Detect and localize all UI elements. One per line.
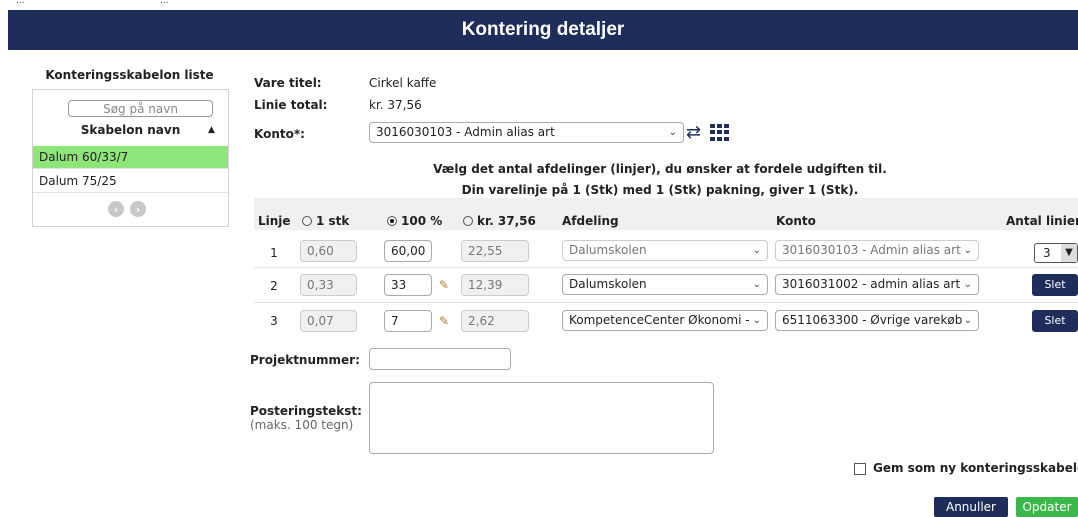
kr-field: 22,55 [461,240,529,262]
kr-field: 12,39 [461,274,529,296]
projekt-label: Projektnummer: [250,353,360,367]
template-list-panel: Søg på navn Skabelon navn ▲ Dalum 60/33/… [32,89,229,227]
radio-kr[interactable] [463,216,473,226]
cancel-button[interactable]: Annuller [934,497,1008,517]
row-divider [254,267,1078,268]
update-button[interactable]: Opdater [1016,497,1078,517]
template-item[interactable]: Dalum 75/25 [33,170,228,193]
header-pct-label: 100 % [401,214,443,228]
row-konto-select-value: 3016031002 - admin alias art [782,277,961,291]
header-stk[interactable]: 1 stk [302,214,349,228]
header-konto: Konto [776,214,816,228]
pct-field[interactable]: 60,00 [384,240,432,262]
chevron-down-icon: ⌄ [963,245,972,256]
prev-page-icon[interactable]: ‹ [108,201,124,217]
next-page-icon[interactable]: › [130,201,146,217]
pencil-icon: ✎ [439,278,450,292]
save-template-label: Gem som ny konteringsskabelon [873,461,1078,475]
header-antal-linier: Antal linier [1006,214,1078,228]
row-konto-select-value: 3016030103 - Admin alias art [782,243,961,257]
chevron-down-icon: ▼ [1061,244,1077,262]
antal-linier-value: 3 [1043,246,1051,260]
chevron-down-icon: ⌄ [752,279,761,290]
delete-row-button[interactable]: Slet [1032,310,1078,332]
dialog-header: Kontering detaljer [8,10,1078,50]
line-total-label: Linie total: [254,98,328,112]
chevron-down-icon: ⌄ [963,279,972,290]
shuffle-icon[interactable]: ⇄ [686,122,701,143]
row-number: 3 [270,314,278,328]
konto-label: Konto*: [254,127,305,141]
header-afdeling: Afdeling [562,214,619,228]
afdeling-select: Dalumskolen ⌄ [562,240,768,261]
delete-row-button[interactable]: Slet [1032,274,1078,296]
header-kr-label: kr. 37,56 [477,214,536,228]
chevron-down-icon: ⌄ [752,245,761,256]
chevron-down-icon: ⌄ [752,315,761,326]
kr-field: 2,62 [461,310,529,332]
posteringstekst-hint: (maks. 100 tegn) [250,418,354,432]
afdeling-select[interactable]: KompetenceCenter Økonomi - ⌄ [562,310,768,331]
stk-field: 0,07 [300,310,357,332]
row-konto-select[interactable]: 6511063300 - Øvrige varekøb ⌄ [775,310,979,331]
vare-title-label: Vare titel: [254,76,322,90]
vare-title-value: Cirkel kaffe [369,76,437,90]
afdeling-select-value: Dalumskolen [569,243,647,257]
line-total-value: kr. 37,56 [369,98,422,112]
stk-field: 0,33 [300,274,357,296]
row-konto-select[interactable]: 3016031002 - admin alias art ⌄ [775,274,979,295]
posteringstekst-label: Posteringstekst: [250,404,362,418]
template-search-input[interactable]: Søg på navn [68,100,213,117]
header-kr[interactable]: kr. 37,56 [463,214,536,228]
chevron-down-icon: ⌄ [963,315,972,326]
pct-field[interactable]: 7 [384,310,432,332]
afdeling-select-value: Dalumskolen [569,277,647,291]
template-list-title: Konteringsskabelon liste [45,68,214,82]
row-number: 1 [270,246,278,260]
template-name-column-header[interactable]: Skabelon navn [33,123,228,137]
save-template-checkbox[interactable] [854,463,866,475]
row-divider [254,302,1078,303]
template-item[interactable]: Dalum 60/33/7 [33,146,228,169]
afdeling-select[interactable]: Dalumskolen ⌄ [562,274,768,295]
info-line-2: Din varelinje på 1 (Stk) med 1 (Stk) pak… [461,183,859,197]
row-konto-select: 3016030103 - Admin alias art ⌄ [775,240,979,261]
sort-up-icon[interactable]: ▲ [208,125,215,135]
header-stk-label: 1 stk [316,214,350,228]
pct-field[interactable]: 33 [384,274,432,296]
projekt-input[interactable] [369,348,511,370]
header-pct[interactable]: 100 % [387,214,442,228]
antal-linier-select[interactable]: 3 ▼ [1034,243,1078,263]
dialog-title: Kontering detaljer [461,19,625,40]
konto-select[interactable]: 3016030103 - Admin alias art ⌄ [369,122,684,143]
chevron-down-icon: ⌄ [668,127,677,138]
top-strip-left: ... [16,0,25,6]
top-strip: ... ... [0,0,1078,10]
top-strip-right: ... [160,0,169,6]
afdeling-select-value: KompetenceCenter Økonomi - [569,313,750,327]
row-konto-select-value: 6511063300 - Øvrige varekøb [782,313,963,327]
stk-field: 0,60 [300,240,357,262]
konto-select-value: 3016030103 - Admin alias art [376,125,555,139]
posteringstekst-textarea[interactable] [369,382,714,454]
grid-icon[interactable] [710,124,730,141]
distribution-table-header [254,198,1078,230]
template-pager: ‹ › [108,201,146,217]
pencil-icon: ✎ [439,314,450,328]
header-linje: Linje [258,214,291,228]
info-line-1: Vælg det antal afdelinger (linjer), du ø… [433,162,887,176]
radio-pct[interactable] [387,216,397,226]
row-number: 2 [270,279,278,293]
radio-stk[interactable] [302,216,312,226]
